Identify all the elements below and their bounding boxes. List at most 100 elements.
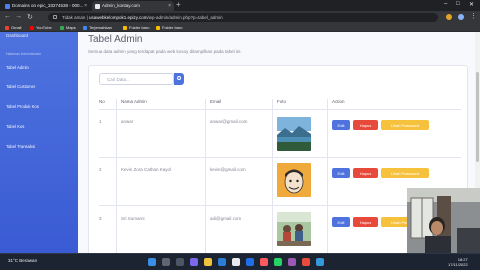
- translate-icon: [83, 26, 87, 30]
- back-icon[interactable]: ←: [4, 13, 11, 20]
- task-view-icon[interactable]: [176, 258, 184, 266]
- new-tab-icon[interactable]: +: [176, 0, 181, 9]
- folder-icon: [156, 26, 160, 30]
- bookmark-gmail[interactable]: Gmail: [5, 25, 21, 30]
- whatsapp-icon[interactable]: [274, 258, 282, 266]
- app-icon[interactable]: [288, 258, 296, 266]
- clock-date: 17/11/2022: [448, 262, 468, 267]
- bookmark-folder-2[interactable]: Folder baru: [156, 25, 182, 30]
- delete-button[interactable]: Hapus: [353, 168, 378, 178]
- menu-icon[interactable]: ⋮: [470, 12, 477, 20]
- divider: [99, 157, 461, 158]
- divider: [327, 99, 328, 253]
- admin-name: Kevin Zora Cathan Kayol: [121, 167, 172, 172]
- extension-icon[interactable]: [446, 14, 452, 20]
- gmail-icon: [5, 26, 9, 30]
- column-header-email: Email: [210, 99, 222, 104]
- sidebar-heading: Halaman Administrator: [6, 52, 42, 56]
- divider: [205, 99, 206, 253]
- tab-title: Admin_kontay.com: [102, 3, 140, 8]
- divider: [99, 109, 461, 110]
- taskbar: 31°C Berawan 18:27 17/11/2022: [0, 253, 480, 270]
- page-description: Semua data admin yang terdapat pada web …: [88, 49, 242, 54]
- url-prefix: Tidak aman |: [62, 15, 90, 20]
- search-icon[interactable]: [162, 258, 170, 266]
- maximize-icon[interactable]: □: [456, 1, 460, 7]
- column-header-action: Action: [332, 99, 345, 104]
- address-bar[interactable]: Tidak aman | usawebkelompok1.epizy.com/w…: [48, 13, 438, 22]
- close-tab-icon[interactable]: ×: [84, 3, 87, 9]
- teams-icon[interactable]: [190, 258, 198, 266]
- edit-button[interactable]: Edit: [332, 168, 350, 178]
- edit-button[interactable]: Edit: [332, 120, 350, 130]
- browser-tab-admin[interactable]: Admin_kontay.com ×: [92, 1, 174, 11]
- youtube-icon: [30, 26, 34, 30]
- reload-icon[interactable]: ↻: [27, 13, 33, 21]
- not-secure-icon: [53, 15, 57, 19]
- app-icon[interactable]: [260, 258, 268, 266]
- column-header-photo: Foto: [277, 99, 287, 104]
- file-explorer-icon[interactable]: [204, 258, 212, 266]
- sidebar-item-tabel-customer[interactable]: Tabel Customer: [6, 84, 35, 89]
- bookmark-folder-1[interactable]: Folder baru: [123, 25, 149, 30]
- sidebar-item-tabel-transaksi[interactable]: Tabel Transaksi: [6, 144, 35, 149]
- chrome-icon[interactable]: [232, 258, 240, 266]
- admin-name: anwar: [121, 119, 134, 124]
- favicon-icon: [5, 4, 10, 9]
- column-header-no: No: [99, 99, 105, 104]
- admin-photo: [277, 117, 311, 151]
- bookmark-youtube[interactable]: YouTube: [30, 25, 52, 30]
- sidebar-item-tabel-admin[interactable]: Tabel Admin: [6, 65, 29, 70]
- webcam-overlay: [407, 188, 480, 253]
- divider: [116, 99, 117, 253]
- bookmark-translate[interactable]: Terjemahkan: [83, 25, 112, 30]
- divider: [272, 99, 273, 253]
- column-header-name: Nama Admin: [121, 99, 147, 104]
- page-title: Tabel Admin: [88, 34, 143, 45]
- admin-name: Sri Sumarni: [121, 216, 145, 221]
- search-button[interactable]: [174, 73, 184, 85]
- browser-tab-domains[interactable]: Domains on epic_33274538 - 000... ×: [2, 1, 90, 11]
- sidebar-brand[interactable]: Dashboard: [6, 33, 28, 38]
- browser-tab-strip: Domains on epic_33274538 - 000... × Admi…: [0, 0, 480, 11]
- admin-email: anwar@gmail.com: [210, 119, 248, 124]
- search-input[interactable]: Cari Data...: [99, 73, 174, 85]
- vscode-icon[interactable]: [218, 258, 226, 266]
- close-window-icon[interactable]: ✕: [469, 1, 474, 8]
- maps-icon: [60, 26, 64, 30]
- change-password-button[interactable]: Ubah Password: [381, 120, 429, 130]
- edit-button[interactable]: Edit: [332, 217, 350, 227]
- start-icon[interactable]: [148, 258, 156, 266]
- app-icon[interactable]: [302, 258, 310, 266]
- admin-email: adi@gmail.com: [210, 216, 242, 221]
- profile-avatar-icon[interactable]: [458, 14, 464, 20]
- search-icon: [177, 76, 181, 80]
- delete-button[interactable]: Hapus: [353, 217, 378, 227]
- sidebar-item-tabel-kos[interactable]: Tabel Kos: [6, 124, 24, 129]
- admin-email: kevin@gmail.com: [210, 167, 246, 172]
- clock[interactable]: 18:27 17/11/2022: [448, 257, 468, 267]
- admin-photo: [277, 163, 311, 197]
- minimize-icon[interactable]: –: [444, 1, 447, 7]
- forward-icon[interactable]: →: [15, 13, 22, 20]
- admin-photo: [277, 212, 311, 246]
- folder-icon: [123, 26, 127, 30]
- bookmark-maps[interactable]: Maps: [60, 25, 76, 30]
- browser-toolbar: ← → ↻ Tidak aman | usawebkelompok1.epizy…: [0, 11, 480, 24]
- app-icon[interactable]: [316, 258, 324, 266]
- weather-widget[interactable]: 31°C Berawan: [8, 258, 37, 263]
- close-tab-icon[interactable]: ×: [168, 3, 171, 9]
- change-password-button[interactable]: Ubah Password: [381, 168, 429, 178]
- url-host: usawebkelompok1.epizy.com: [89, 15, 148, 20]
- sidebar: Dashboard Halaman Administrator Tabel Ad…: [0, 32, 78, 253]
- sidebar-item-tabel-produk-kos[interactable]: Tabel Produk Kos: [6, 104, 39, 109]
- tab-title: Domains on epic_33274538 - 000...: [12, 3, 84, 8]
- row-number: 1: [99, 119, 102, 124]
- row-number: 3: [99, 216, 102, 221]
- row-number: 2: [99, 167, 102, 172]
- url-path: /wp-admin/admin.php?p=tabel_admin: [147, 15, 223, 20]
- favicon-icon: [95, 4, 100, 9]
- scrollbar-thumb[interactable]: [476, 72, 479, 162]
- edge-icon[interactable]: [246, 258, 254, 266]
- delete-button[interactable]: Hapus: [353, 120, 378, 130]
